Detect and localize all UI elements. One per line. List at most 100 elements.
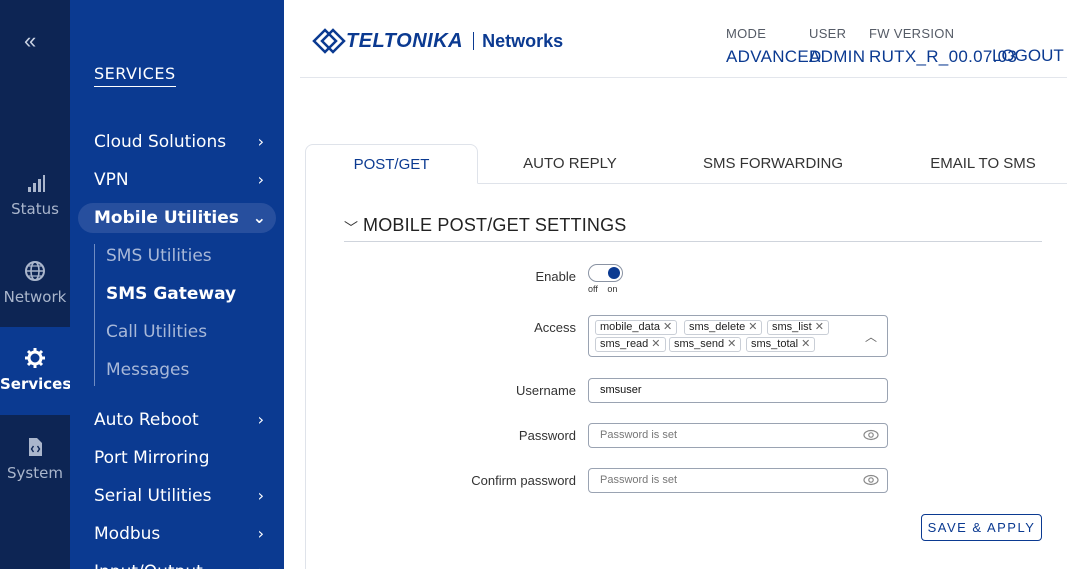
tab-post-get[interactable]: POST/GET [305, 144, 478, 184]
chevron-right-icon: › [257, 132, 264, 151]
access-label: Access [534, 320, 576, 335]
rail-item-status[interactable]: Status [0, 172, 70, 260]
chevron-right-icon: › [257, 486, 264, 505]
access-chip: sms_delete ✕ [684, 320, 763, 335]
menu-item-cloud-solutions[interactable]: Cloud Solutions › [94, 127, 274, 157]
gear-icon [25, 348, 45, 368]
chevron-down-icon: ﹀ [344, 220, 358, 236]
submenu-item-sms-gateway[interactable]: SMS Gateway [106, 284, 236, 304]
globe-icon [25, 261, 45, 281]
menu-item-label: Port Mirroring [94, 448, 210, 468]
enable-toggle[interactable] [588, 264, 623, 282]
chevron-right-icon: › [257, 170, 264, 189]
tab-auto-reply[interactable]: AUTO REPLY [500, 144, 640, 184]
fw-label: FW VERSION [869, 26, 955, 41]
rail-item-system[interactable]: System [0, 436, 70, 524]
menu-item-vpn[interactable]: VPN › [94, 165, 274, 195]
rail-label-services: Services [0, 375, 72, 393]
logout-button[interactable]: LOGOUT [992, 46, 1067, 66]
remove-chip-icon[interactable]: ✕ [801, 338, 810, 350]
logo-networks: Networks [482, 30, 564, 51]
chip-label: sms_list [772, 321, 812, 333]
confirm-password-placeholder: Password is set [600, 474, 678, 486]
eye-icon[interactable] [863, 428, 879, 442]
remove-chip-icon[interactable]: ✕ [815, 321, 824, 333]
menu-item-mobile-utilities[interactable]: Mobile Utilities ⌄ [78, 203, 276, 233]
mode-value[interactable]: ADVANCED [726, 47, 822, 67]
access-chip: sms_read ✕ [595, 337, 666, 352]
username-label: Username [516, 383, 576, 398]
username-input[interactable]: smsuser [588, 378, 888, 403]
menu-item-input-output[interactable]: Input/Output › [94, 557, 274, 587]
rail-item-services[interactable]: Services [0, 327, 72, 415]
confirm-password-input[interactable]: Password is set [588, 468, 888, 493]
submenu-divider [94, 244, 95, 386]
collapse-sidebar-icon[interactable]: « [24, 28, 36, 54]
save-apply-button[interactable]: SAVE & APPLY [921, 514, 1042, 541]
remove-chip-icon[interactable]: ✕ [663, 321, 672, 333]
menu-item-label: Mobile Utilities [94, 208, 239, 228]
icon-rail: « Status Network Services System [0, 0, 72, 569]
remove-chip-icon[interactable]: ✕ [748, 321, 757, 333]
chevron-right-icon: › [257, 562, 264, 581]
submenu-item-sms-utilities[interactable]: SMS Utilities [106, 246, 212, 266]
chip-label: mobile_data [600, 321, 660, 333]
chip-label: sms_read [600, 338, 649, 350]
menu-item-port-mirroring[interactable]: Port Mirroring [94, 443, 274, 473]
chip-label: sms_delete [689, 321, 746, 333]
section-title: MOBILE POST/GET SETTINGS [363, 215, 627, 235]
submenu-item-messages[interactable]: Messages [106, 360, 189, 380]
menu-item-label: VPN [94, 170, 129, 190]
access-multiselect[interactable]: mobile_data ✕ sms_delete ✕ sms_list ✕ sms_r… [588, 315, 888, 357]
enable-label: Enable [535, 269, 576, 284]
password-placeholder: Password is set [600, 429, 678, 441]
submenu-item-call-utilities[interactable]: Call Utilities [106, 322, 207, 342]
remove-chip-icon[interactable]: ✕ [651, 338, 660, 350]
user-info: USER ADMIN [809, 26, 865, 67]
toggle-off-label: off [588, 284, 598, 294]
teltonika-logo[interactable]: TELTONIKA Networks [312, 28, 563, 54]
password-label: Password [518, 428, 576, 443]
access-chip: sms_send ✕ [669, 337, 742, 352]
section-header[interactable]: ﹀ MOBILE POST/GET SETTINGS [344, 214, 1042, 242]
tab-email-to-sms[interactable]: EMAIL TO SMS [919, 144, 1047, 184]
menu-item-modbus[interactable]: Modbus › [94, 519, 274, 549]
remove-chip-icon[interactable]: ✕ [727, 338, 736, 350]
toggle-labels: off on [588, 284, 624, 294]
chevron-right-icon: › [257, 524, 264, 543]
logo-separator [473, 32, 475, 50]
menu-title: SERVICES [94, 64, 176, 87]
mode-info: MODE ADVANCED [726, 26, 822, 67]
logout-label: LOGOUT [992, 46, 1064, 65]
access-chip: mobile_data ✕ [595, 320, 678, 335]
tab-bar: POST/GET AUTO REPLY SMS FORWARDING EMAIL… [305, 144, 1067, 184]
menu-item-label: Cloud Solutions [94, 132, 227, 152]
panel-border [305, 183, 306, 569]
user-value[interactable]: ADMIN [809, 47, 865, 67]
menu-item-label: Auto Reboot [94, 410, 199, 430]
chevron-up-icon[interactable]: ︿ [865, 328, 877, 345]
user-label: USER [809, 26, 847, 41]
file-code-icon [29, 438, 42, 456]
menu-item-label: Modbus [94, 524, 161, 544]
chip-label: sms_total [751, 338, 799, 350]
menu-item-label: Input/Output [94, 562, 203, 582]
access-chip: sms_total ✕ [746, 337, 816, 352]
password-input[interactable]: Password is set [588, 423, 888, 448]
chip-label: sms_send [674, 338, 725, 350]
toggle-on-label: on [607, 284, 618, 294]
rail-label-network: Network [3, 288, 67, 306]
mode-label: MODE [726, 26, 767, 41]
signal-bars-icon [28, 175, 45, 192]
menu-item-auto-reboot[interactable]: Auto Reboot › [94, 405, 274, 435]
tab-sms-forwarding[interactable]: SMS FORWARDING [695, 144, 851, 184]
rail-label-status: Status [11, 200, 59, 218]
menu-item-label: Serial Utilities [94, 486, 212, 506]
chevron-right-icon: › [257, 410, 264, 429]
services-menu: SERVICES Cloud Solutions › VPN › Mobile … [70, 0, 284, 582]
menu-item-serial-utilities[interactable]: Serial Utilities › [94, 481, 274, 511]
teltonika-logo-icon [312, 28, 346, 54]
top-header: TELTONIKA Networks MODE ADVANCED USER AD… [300, 0, 1067, 78]
eye-icon[interactable] [863, 473, 879, 487]
chevron-down-icon: ⌄ [252, 208, 266, 227]
